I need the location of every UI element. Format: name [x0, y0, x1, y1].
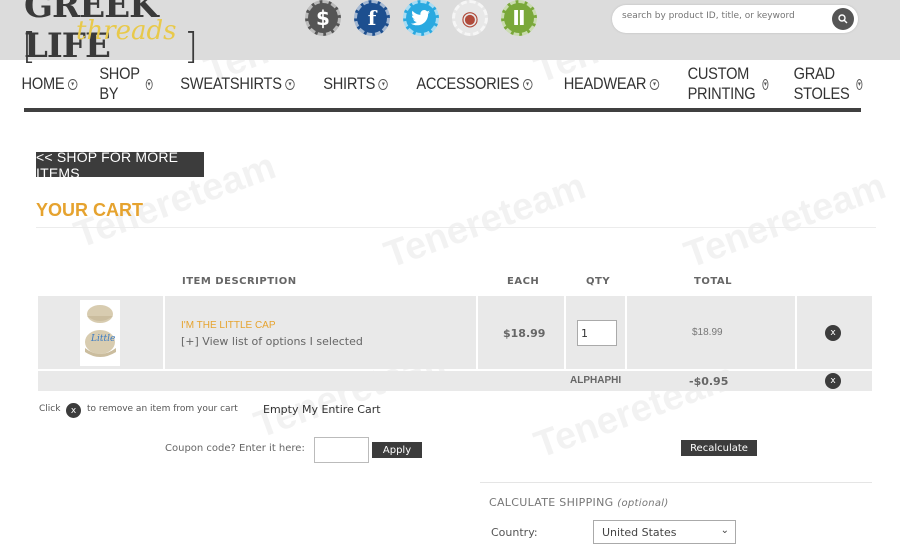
item-price: $18.99	[503, 327, 546, 340]
search-input[interactable]	[622, 11, 822, 21]
item-total: $18.99	[692, 327, 723, 338]
page-title: YOUR CART	[36, 200, 143, 220]
facebook-glyph: f	[367, 6, 377, 30]
title-divider	[36, 227, 876, 228]
main-nav: HOME ▾ SHOP BY ▾ SWEATSHIRTS ▾ SHIRTS ▾ ACCE…	[21, 60, 863, 112]
discount-code: ALPHAPHI	[570, 375, 622, 386]
dollar-icon[interactable]: $	[305, 0, 341, 36]
watermark: Tenereteam	[678, 165, 892, 277]
nav-item-headwear[interactable]: HEADWEAR ▾	[560, 74, 662, 94]
quantity-input[interactable]	[577, 320, 617, 346]
chevron-down-icon: ▾	[145, 78, 153, 90]
nav-item-custom-printing[interactable]: CUSTOM PRINTING ▾	[684, 64, 772, 104]
nav-label: ACCESSORIES	[416, 74, 520, 93]
empty-cart-link[interactable]: Empty My Entire Cart	[263, 403, 381, 416]
country-value: United States	[602, 525, 677, 539]
nav-item-home[interactable]: HOME ▾	[18, 74, 81, 94]
twitter-bird	[411, 10, 430, 26]
chevron-down-icon: ▾	[649, 78, 659, 90]
nav-label: GRAD STOLES	[794, 64, 850, 103]
header-description: ITEM DESCRIPTION	[182, 276, 297, 287]
chevron-down-icon: ▾	[378, 78, 388, 90]
shipping-optional: (optional)	[617, 498, 669, 509]
instagram-glyph: ◉	[461, 6, 479, 30]
chevron-down-icon: ▾	[285, 78, 295, 90]
header-total: TOTAL	[694, 276, 732, 287]
remove-hint-pre: Click	[39, 404, 61, 414]
product-name[interactable]: I'M THE LITTLE CAP	[181, 320, 276, 331]
nav-item-accessories[interactable]: ACCESSORIES ▾	[413, 74, 536, 94]
chevron-down-icon: ⌄	[720, 525, 729, 536]
nav-item-sweatshirts[interactable]: SWEATSHIRTS ▾	[177, 74, 298, 94]
close-icon: x	[830, 376, 836, 386]
greek-letters-icon[interactable]: Ⅱ	[501, 0, 537, 36]
nav-item-shirts[interactable]: SHIRTS ▾	[320, 74, 392, 94]
instagram-icon[interactable]: ◉	[452, 0, 488, 36]
twitter-icon[interactable]	[403, 0, 439, 36]
nav-label: HOME	[21, 74, 64, 93]
search-button[interactable]	[832, 8, 854, 30]
chevron-down-icon: ▾	[856, 78, 863, 90]
discount-row	[38, 371, 872, 391]
search-box	[612, 5, 858, 33]
chevron-down-icon: ▾	[67, 78, 77, 90]
apply-button[interactable]: Apply	[372, 442, 422, 458]
facebook-icon[interactable]: f	[354, 0, 390, 36]
cap-text: Little	[91, 334, 116, 344]
shop-more-button[interactable]: << SHOP FOR MORE ITEMS	[36, 149, 204, 181]
chevron-down-icon: ▾	[761, 78, 768, 90]
close-icon: x	[830, 328, 836, 338]
country-label: Country:	[491, 526, 538, 539]
watermark: Tenereteam	[378, 165, 592, 277]
coupon-input[interactable]	[314, 437, 369, 463]
shipping-title: CALCULATE SHIPPING (optional)	[489, 496, 669, 509]
nav-label: SHIRTS	[323, 74, 376, 93]
logo-text-script: threads	[76, 16, 177, 46]
discount-amount: -$0.95	[689, 375, 729, 388]
close-icon: x	[66, 403, 81, 418]
remove-hint-post: to remove an item from your cart	[87, 404, 238, 414]
shipping-divider	[480, 482, 872, 483]
product-image[interactable]: Little	[80, 300, 120, 366]
chevron-down-icon: ▾	[522, 78, 533, 90]
close-glyph: x	[70, 405, 77, 416]
country-select[interactable]: United States ⌄	[593, 520, 736, 544]
nav-item-shop-by[interactable]: SHOP BY ▾	[96, 64, 156, 104]
nav-label: CUSTOM PRINTING	[687, 64, 755, 103]
recalculate-button[interactable]: Recalculate	[681, 440, 757, 456]
coupon-label: Coupon code? Enter it here:	[165, 443, 305, 454]
site-logo[interactable]: GREEK LIFE threads	[24, 0, 254, 66]
shipping-title-text: CALCULATE SHIPPING	[489, 496, 614, 509]
nav-label: SWEATSHIRTS	[180, 74, 282, 93]
cell-description	[165, 296, 478, 369]
remove-item-button[interactable]: x	[825, 325, 841, 341]
view-options-link[interactable]: [+] View list of options I selected	[181, 335, 363, 348]
header-qty: QTY	[586, 276, 611, 287]
greek-letters-glyph: Ⅱ	[512, 6, 526, 30]
nav-item-grad-stoles[interactable]: GRAD STOLES ▾	[791, 64, 867, 104]
nav-label: HEADWEAR	[563, 74, 647, 93]
dollar-glyph: $	[316, 6, 330, 30]
search-icon	[838, 14, 848, 24]
remove-discount-button[interactable]: x	[825, 373, 841, 389]
header-each: EACH	[507, 276, 540, 287]
site-header: GREEK LIFE threads [ ] $ f ◉ Ⅱ	[0, 0, 900, 67]
cap-image	[80, 300, 120, 366]
nav-label: SHOP BY	[99, 64, 140, 103]
